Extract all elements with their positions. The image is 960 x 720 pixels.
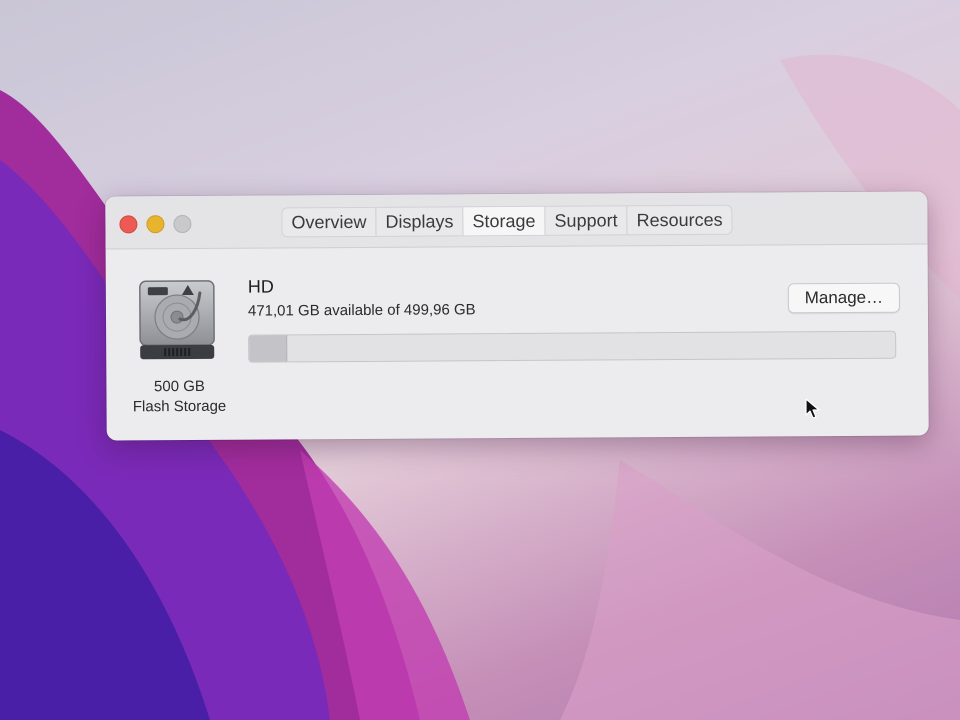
mouse-pointer-icon: [805, 398, 821, 420]
storage-used-segment: [249, 335, 288, 362]
disk-type: Flash Storage: [132, 397, 227, 416]
zoom-button[interactable]: [173, 214, 192, 234]
disk-capacity: 500 GB: [153, 377, 205, 396]
tab-storage[interactable]: Storage: [463, 206, 546, 236]
manage-button[interactable]: Manage…: [787, 282, 900, 314]
drive-name: HD: [247, 276, 274, 297]
close-button[interactable]: [119, 215, 138, 234]
storage-usage-bar: [248, 330, 897, 363]
tab-overview[interactable]: Overview: [282, 207, 377, 237]
disk-size-label: 500 GB Flash Storage: [124, 377, 234, 418]
minimize-button[interactable]: [146, 215, 165, 234]
title-bar: Overview Displays Storage Support Resour…: [105, 191, 928, 250]
tab-bar: Overview Displays Storage Support Resour…: [281, 204, 733, 238]
tab-displays[interactable]: Displays: [376, 207, 464, 236]
hard-drive-icon: [138, 279, 217, 363]
tab-resources[interactable]: Resources: [627, 206, 731, 235]
availability-text: 471,01 GB available of 499,96 GB: [247, 301, 476, 320]
tab-support[interactable]: Support: [545, 206, 628, 235]
